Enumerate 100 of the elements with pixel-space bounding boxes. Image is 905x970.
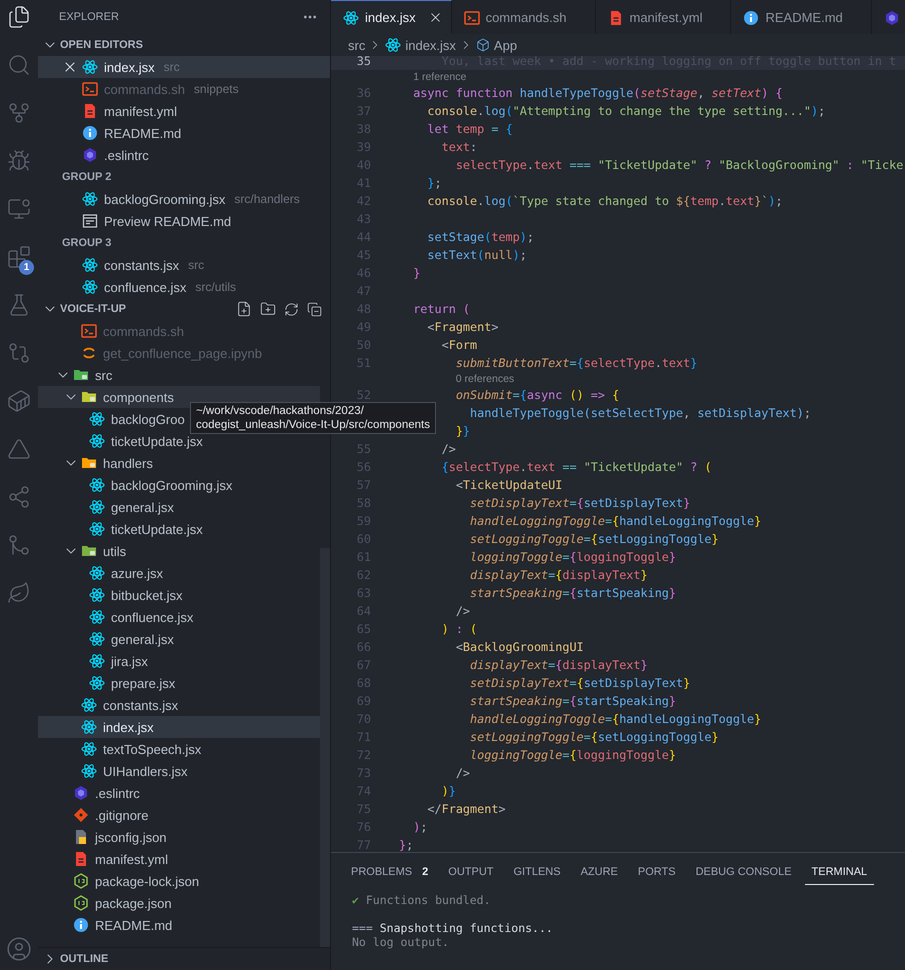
- editor-tab[interactable]: commands.sh: [452, 0, 596, 34]
- panel-tab[interactable]: AZURE: [574, 859, 625, 885]
- tree-item[interactable]: constants.jsx: [38, 694, 320, 716]
- open-editor-item[interactable]: Preview README.md: [38, 210, 330, 232]
- code-line: />: [454, 766, 470, 780]
- file-name: README.md: [95, 918, 172, 932]
- refresh-icon[interactable]: [284, 302, 299, 316]
- panel-tab[interactable]: PORTS: [630, 859, 683, 885]
- search-icon[interactable]: [7, 53, 31, 77]
- breadcrumb-item[interactable]: src: [348, 38, 366, 52]
- document-icon: [73, 851, 89, 867]
- section-header[interactable]: VOICE-IT-UP: [38, 298, 330, 320]
- reference-count[interactable]: 1 reference: [413, 71, 466, 83]
- tree-item[interactable]: index.jsx: [38, 716, 320, 738]
- path-tooltip: ~/work/vscode/hackathons/2023/ codegist_unleash/Voice-It-Up/src/components: [190, 402, 436, 434]
- tree-item[interactable]: README.md: [38, 914, 320, 936]
- file-name: general.jsx: [111, 632, 174, 646]
- panel-tab[interactable]: OUTPUT: [441, 859, 500, 885]
- tree-item[interactable]: backlogGrooming.jsx: [38, 474, 320, 496]
- leaf-icon[interactable]: [7, 581, 31, 605]
- panel-tab[interactable]: TERMINAL: [804, 859, 874, 885]
- code-line: };: [399, 838, 414, 852]
- panel-tab[interactable]: DEBUG CONSOLE: [688, 859, 799, 885]
- tree-item[interactable]: jsconfig.json: [38, 826, 320, 848]
- code-line: setStage(temp);: [426, 230, 534, 244]
- compare-icon[interactable]: [7, 341, 31, 365]
- tree-item[interactable]: textToSpeech.jsx: [38, 738, 320, 760]
- editor-tab[interactable]: index.jsx: [331, 0, 452, 34]
- container-icon[interactable]: [7, 389, 31, 413]
- tree-item[interactable]: utils: [38, 540, 320, 562]
- terminal-icon: [464, 10, 480, 26]
- file-name: index.jsx: [104, 60, 155, 74]
- panel-tab[interactable]: GITLENS: [506, 859, 568, 885]
- file-name: jira.jsx: [111, 654, 148, 668]
- breadcrumb-item[interactable]: index.jsx: [385, 37, 456, 53]
- code-line: let temp = {: [426, 122, 513, 136]
- atom-icon: [81, 697, 97, 713]
- tree-item[interactable]: manifest.yml: [38, 848, 320, 870]
- tree-item[interactable]: handlers: [38, 452, 320, 474]
- open-editor-item[interactable]: README.md: [38, 122, 330, 144]
- file-name: backlogGrooming.jsx: [104, 192, 226, 206]
- tree-item[interactable]: general.jsx: [38, 628, 320, 650]
- sidebar-title: EXPLORER: [59, 11, 119, 23]
- tree-item[interactable]: .gitignore: [38, 804, 320, 826]
- open-editor-item[interactable]: manifest.yml: [38, 100, 330, 122]
- atom-icon: [89, 411, 105, 427]
- tree-item[interactable]: prepare.jsx: [38, 672, 320, 694]
- editor-tab[interactable]: manifest.yml: [596, 0, 732, 34]
- files-icon[interactable]: [7, 5, 31, 29]
- open-editor-item[interactable]: index.jsx src: [38, 56, 330, 78]
- section-header[interactable]: OUTLINE: [38, 948, 330, 970]
- code-line: handleLoggingToggle={handleLoggingToggle}: [469, 712, 762, 726]
- branch-icon[interactable]: [7, 101, 31, 125]
- code-line: </Fragment>: [426, 802, 506, 816]
- merge-icon[interactable]: [7, 533, 31, 557]
- bug-icon[interactable]: [7, 149, 31, 173]
- atom-icon: [89, 433, 105, 449]
- tree-item[interactable]: src: [38, 364, 320, 386]
- open-editor-item[interactable]: backlogGrooming.jsx src/handlers: [38, 188, 330, 210]
- open-editor-item[interactable]: confluence.jsx src/utils: [38, 276, 330, 298]
- reference-count[interactable]: 0 references: [456, 373, 514, 385]
- section-header[interactable]: OPEN EDITORS: [38, 34, 330, 56]
- hexagon-icon: [884, 10, 900, 26]
- tree-item[interactable]: jira.jsx: [38, 650, 320, 672]
- account-icon[interactable]: [6, 936, 32, 962]
- code-line: );: [412, 820, 428, 834]
- notebook-icon: [81, 345, 97, 361]
- atom-icon: [82, 59, 98, 75]
- tree-item[interactable]: general.jsx: [38, 496, 320, 518]
- file-name: manifest.yml: [95, 852, 168, 866]
- scrollbar-thumb[interactable]: [320, 548, 330, 947]
- tree-item[interactable]: .eslintrc: [38, 782, 320, 804]
- code-line: ) : (: [440, 622, 478, 636]
- code-line: text:: [440, 140, 478, 154]
- tree-item[interactable]: package-lock.json: [38, 870, 320, 892]
- code-line: />: [440, 442, 456, 456]
- triangle-icon[interactable]: [7, 437, 31, 461]
- file-name: constants.jsx: [103, 698, 178, 712]
- code-line: console.log(`Type state changed to ${temp.text}`);: [426, 194, 783, 208]
- code-line: setDisplayText={setDisplayText}: [469, 676, 690, 690]
- new-folder-icon[interactable]: [260, 301, 276, 317]
- tree-item[interactable]: bitbucket.jsx: [38, 584, 320, 606]
- new-file-icon[interactable]: [236, 301, 252, 317]
- tree-item[interactable]: azure.jsx: [38, 562, 320, 584]
- code-line: setLoggingToggle={setLoggingToggle}: [469, 532, 719, 546]
- file-path: src: [164, 60, 180, 74]
- tree-item[interactable]: package.json: [38, 892, 320, 914]
- share-icon[interactable]: [7, 485, 31, 509]
- collapse-icon[interactable]: [307, 302, 322, 316]
- blocks-icon[interactable]: [7, 245, 31, 269]
- panel-tab[interactable]: PROBLEMS 2: [344, 859, 436, 885]
- monitor-icon[interactable]: [7, 197, 31, 221]
- terminal-icon: [81, 323, 97, 339]
- tree-item[interactable]: UIHandlers.jsx: [38, 760, 320, 782]
- tree-item[interactable]: confluence.jsx: [38, 606, 320, 628]
- code-line: startSpeaking={startSpeaking}: [469, 694, 676, 708]
- breadcrumb-item[interactable]: App: [476, 38, 518, 52]
- open-editor-item[interactable]: .eslintrc: [38, 144, 330, 166]
- open-editor-item[interactable]: constants.jsx src: [38, 254, 330, 276]
- tree-item[interactable]: ticketUpdate.jsx: [38, 518, 320, 540]
